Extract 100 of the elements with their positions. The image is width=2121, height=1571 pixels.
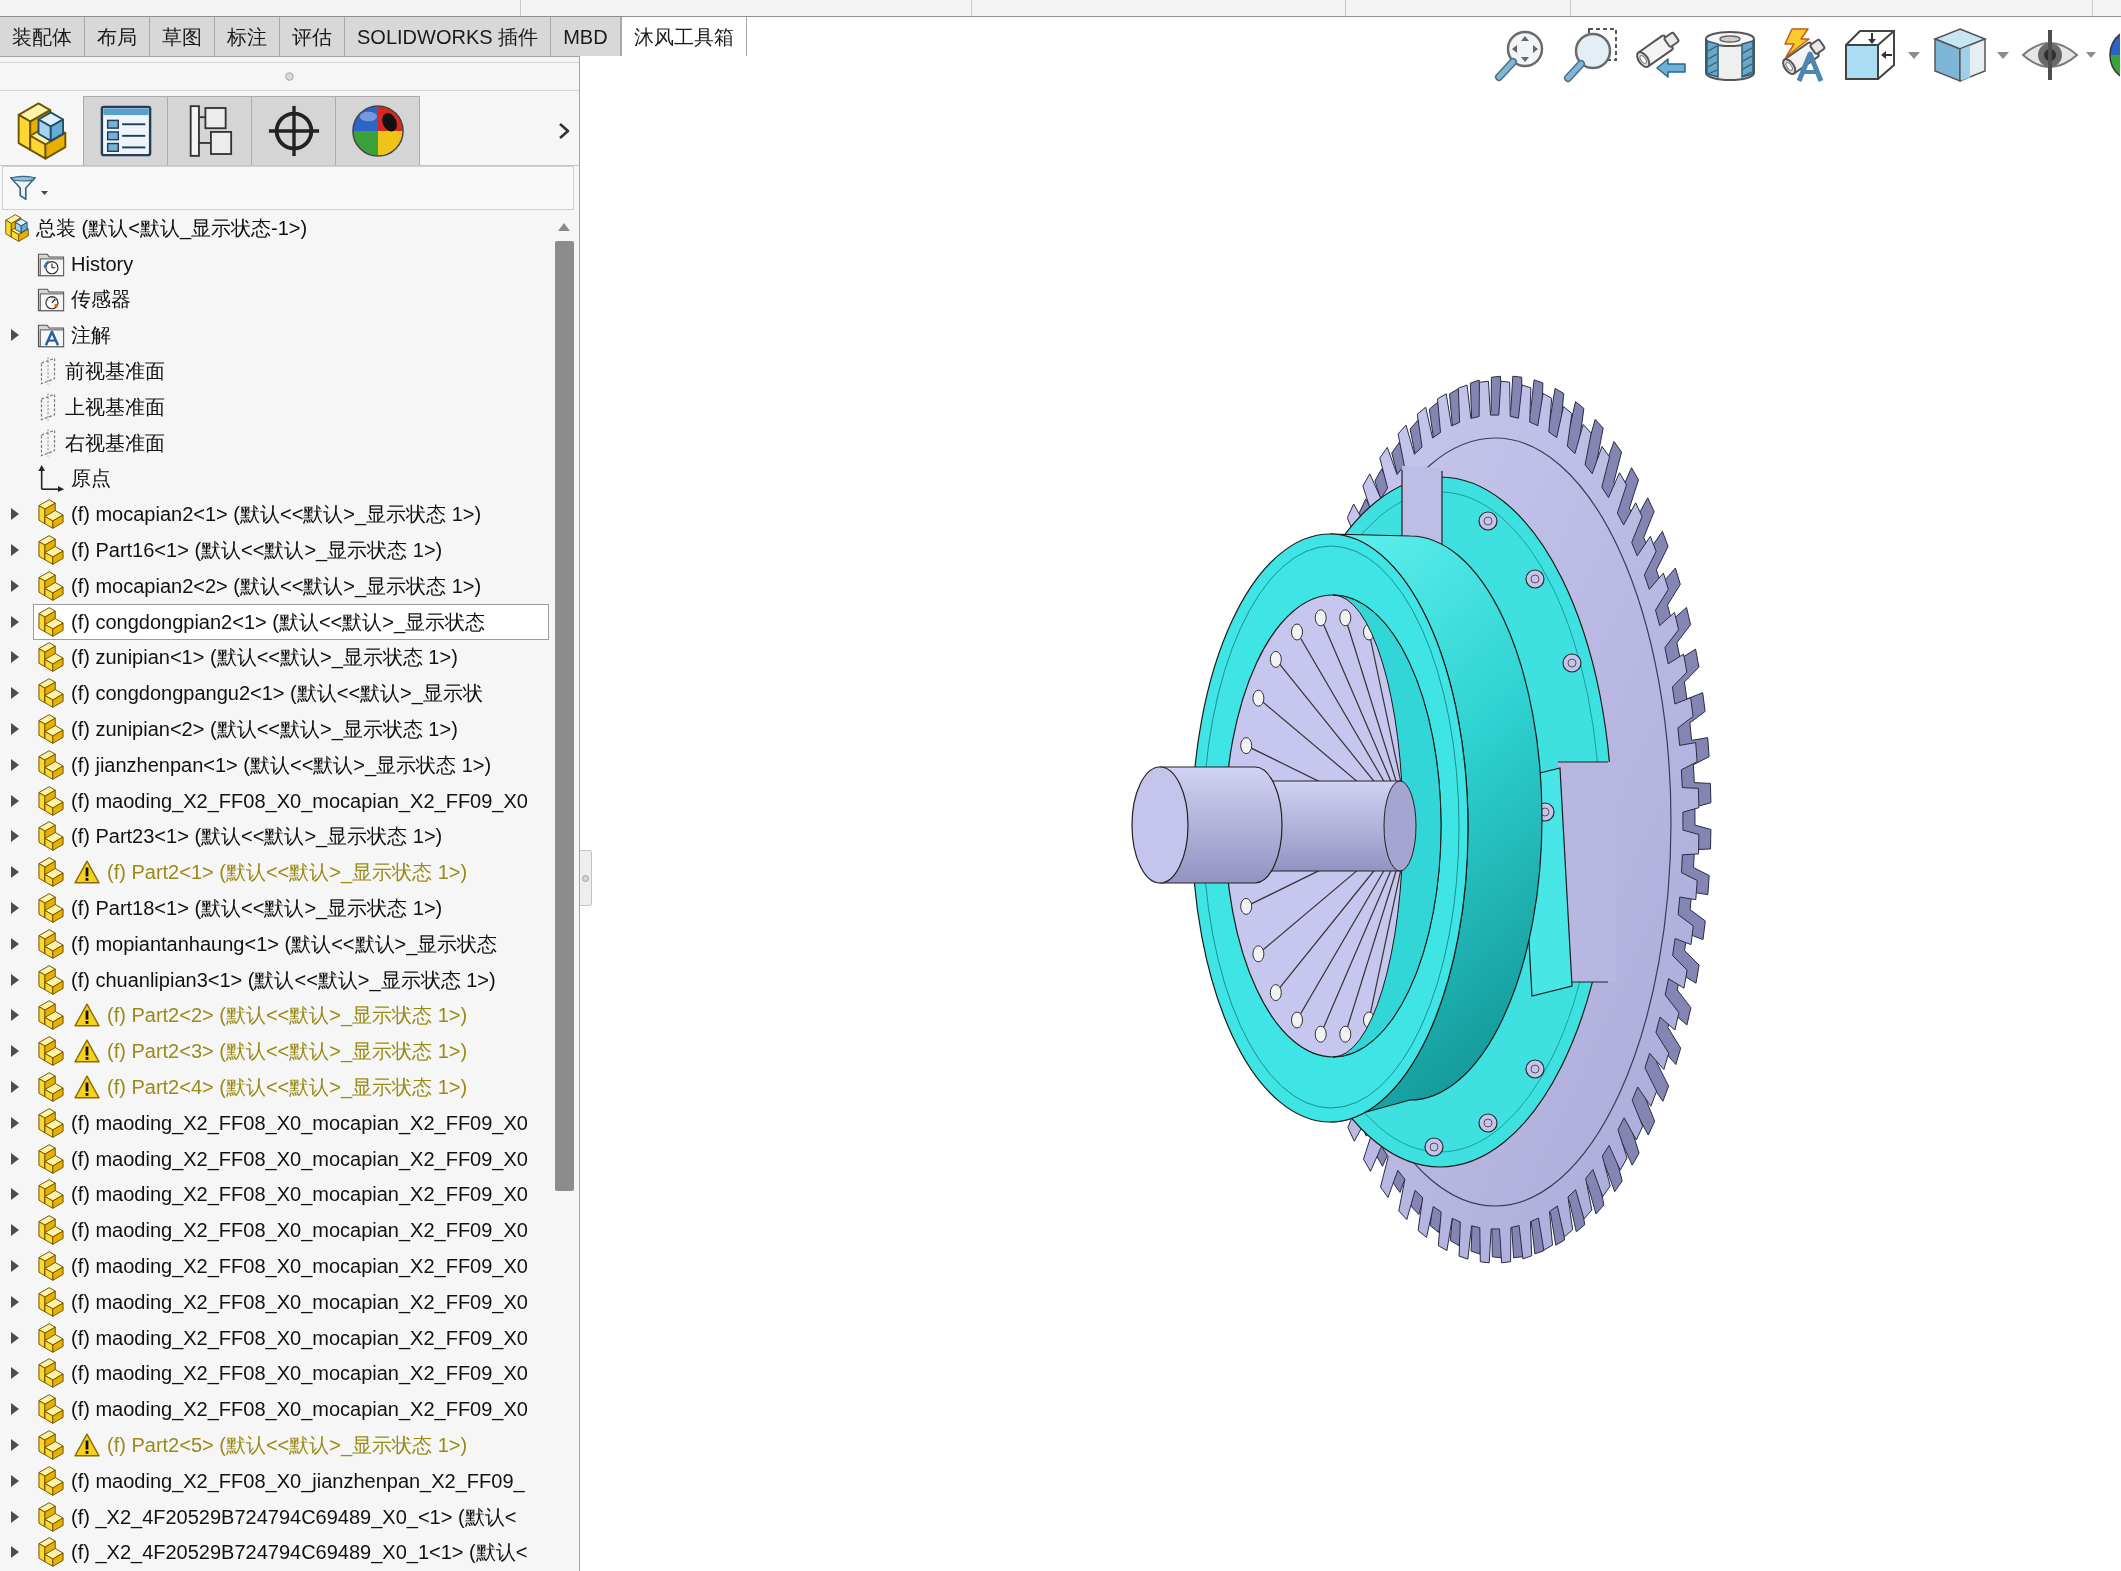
caret-right-icon[interactable]	[11, 544, 19, 557]
panel-tab[interactable]	[336, 96, 420, 165]
caret-right-icon[interactable]	[11, 1224, 19, 1237]
caret-right-icon[interactable]	[11, 830, 19, 843]
tree-item[interactable]: (f) maoding_X2_FF08_X0_mocapian_X2_FF09_X0	[33, 1104, 549, 1141]
caret-right-icon[interactable]	[11, 866, 19, 879]
caret-right-icon[interactable]	[11, 1295, 19, 1308]
caret-right-icon[interactable]	[11, 1510, 19, 1523]
tree-item[interactable]: 传感器	[33, 281, 549, 318]
caret-right-icon[interactable]	[11, 1188, 19, 1201]
stepped-block-icon	[37, 642, 65, 673]
tree-item[interactable]: (f) Part18<1> (默认<<默认>_显示状态 1>)	[33, 890, 549, 926]
eye-icon[interactable]	[2021, 27, 2079, 83]
caret-right-icon[interactable]	[11, 973, 19, 986]
tree-item[interactable]: (f) maoding_X2_FF08_X0_mocapian_X2_FF09_X0	[33, 1355, 549, 1392]
caret-right-icon[interactable]	[11, 1009, 19, 1022]
tree-item[interactable]: (f) _X2_4F20529B724794C69489_X0_1<1> (默认<	[33, 1534, 549, 1571]
color-sphere-icon[interactable]	[2109, 33, 2120, 77]
caret-right-icon[interactable]	[11, 615, 19, 628]
tree-item[interactable]: (f) maoding_X2_FF08_X0_mocapian_X2_FF09_X0	[33, 782, 549, 819]
tree-item[interactable]: (f) mocapian2<1> (默认<<默认>_显示状态 1>)	[33, 496, 549, 533]
command-tab[interactable]: 标注	[215, 17, 280, 56]
magnifier-dashed-box-icon[interactable]	[1562, 27, 1618, 83]
caret-right-icon[interactable]	[11, 329, 19, 342]
caret-right-icon[interactable]	[11, 1474, 19, 1487]
tree-item[interactable]: 前视基准面	[33, 353, 549, 389]
shaded-cube-icon[interactable]	[1933, 27, 1987, 83]
tree-item[interactable]: (f) maoding_X2_FF08_X0_mocapian_X2_FF09_X0	[33, 1319, 549, 1356]
tree-item[interactable]: (f) maoding_X2_FF08_X0_mocapian_X2_FF09_X0	[33, 1176, 549, 1213]
tree-item[interactable]: 上视基准面	[33, 389, 549, 425]
tree-item[interactable]: 总装 (默认<默认_显示状态-1>)	[0, 210, 549, 246]
caret-right-icon[interactable]	[11, 508, 19, 521]
stepped-block-icon	[37, 1430, 65, 1460]
tree-item[interactable]: (f) _X2_4F20529B724794C69489_X0_<1> (默认<	[33, 1498, 549, 1535]
caret-right-icon[interactable]	[11, 687, 19, 700]
stepped-block-icon	[37, 749, 65, 780]
caret-right-icon[interactable]	[11, 1081, 19, 1093]
tree-item[interactable]: (f) chuanlipian3<1> (默认<<默认>_显示状态 1>)	[33, 961, 549, 998]
stepped-block-icon	[37, 570, 65, 601]
tree-item[interactable]: (f) jianzhenpan<1> (默认<<默认>_显示状态 1>)	[33, 746, 549, 783]
tree-item[interactable]: History	[33, 245, 549, 282]
cube-arrows-icon[interactable]	[1842, 27, 1898, 83]
tree-item[interactable]: (f) zunipian<1> (默认<<默认>_显示状态 1>)	[33, 639, 549, 676]
tree-item[interactable]: (f) congdongpian2<1> (默认<<默认>_显示状态	[33, 603, 549, 640]
scrollbar-thumb[interactable]	[554, 241, 574, 1191]
caret-right-icon[interactable]	[11, 1331, 19, 1344]
command-tab[interactable]: MBD	[551, 17, 621, 56]
caret-down-icon[interactable]	[41, 191, 48, 195]
panel-tab[interactable]	[252, 96, 336, 165]
stepped-block-icon	[37, 1036, 65, 1067]
tree-item[interactable]: (f) Part23<1> (默认<<默认>_显示状态 1>)	[33, 818, 549, 855]
grip-dot-icon[interactable]	[582, 874, 589, 882]
command-tab[interactable]: 装配体	[0, 17, 85, 56]
caret-right-icon[interactable]	[11, 723, 19, 736]
scroll-up-arrow-icon[interactable]	[558, 223, 570, 231]
tree-item[interactable]: (f) mocapian2<2> (默认<<默认>_显示状态 1>)	[33, 567, 549, 604]
caret-right-icon[interactable]	[11, 1367, 19, 1380]
caret-right-icon[interactable]	[11, 758, 19, 771]
tree-item[interactable]: 原点	[33, 460, 549, 497]
command-tab[interactable]: 布局	[85, 17, 150, 56]
tree-item[interactable]: (f) maoding_X2_FF08_X0_mocapian_X2_FF09_X0	[33, 1391, 549, 1428]
caret-right-icon[interactable]	[11, 1403, 19, 1416]
stepped-block-icon	[37, 714, 65, 745]
command-tab[interactable]: 沐风工具箱	[620, 17, 747, 56]
command-tab[interactable]: 评估	[280, 17, 345, 56]
funnel-icon[interactable]	[9, 174, 37, 202]
tree-item[interactable]: (f) zunipian<2> (默认<<默认>_显示状态 1>)	[33, 711, 549, 747]
tree-item[interactable]: (f) Part16<1> (默认<<默认>_显示状态 1>)	[33, 532, 549, 568]
tree-item[interactable]: (f) maoding_X2_FF08_X0_mocapian_X2_FF09_X0	[33, 1212, 549, 1249]
tree-item[interactable]: 注解	[33, 317, 549, 354]
stepped-block-icon	[37, 1251, 65, 1281]
caret-right-icon[interactable]	[11, 1546, 19, 1559]
caret-right-icon[interactable]	[11, 651, 19, 664]
command-tab[interactable]: 草图	[150, 17, 215, 56]
chevron-right-icon[interactable]	[558, 121, 570, 140]
tree-item[interactable]: 右视基准面	[33, 424, 549, 461]
caret-right-icon[interactable]	[11, 1260, 19, 1272]
grip-dot-icon[interactable]	[285, 72, 294, 81]
stepped-block-icon	[37, 821, 65, 852]
panel-splitter-handle[interactable]	[580, 850, 592, 906]
tree-item[interactable]: (f) mopiantanhaung<1> (默认<<默认>_显示状态	[33, 925, 549, 962]
tree-item[interactable]: (f) maoding_X2_FF08_X0_mocapian_X2_FF09_X0	[33, 1283, 549, 1320]
caret-right-icon[interactable]	[11, 794, 19, 807]
caret-right-icon[interactable]	[11, 1439, 19, 1451]
caret-right-icon[interactable]	[11, 1116, 19, 1129]
folder-gauge-icon	[37, 286, 65, 313]
color-sphere-icon	[350, 104, 405, 158]
panel-tab[interactable]	[168, 96, 252, 165]
caret-right-icon[interactable]	[11, 937, 19, 950]
tree-item[interactable]: (f) maoding_X2_FF08_X0_mocapian_X2_FF09_X0	[33, 1140, 549, 1177]
tree-item[interactable]: (f) congdongpangu2<1> (默认<<默认>_显示状	[33, 675, 549, 712]
caret-right-icon[interactable]	[11, 1152, 19, 1165]
filter-field[interactable]	[2, 166, 574, 210]
caret-right-icon[interactable]	[11, 579, 19, 592]
caret-right-icon[interactable]	[11, 1045, 19, 1058]
tree-item[interactable]: (f) maoding_X2_FF08_X0_mocapian_X2_FF09_X0	[33, 1248, 549, 1284]
tree-item[interactable]: (f) maoding_X2_FF08_X0_jianzhenpan_X2_FF09_	[33, 1462, 549, 1499]
command-tab[interactable]: SOLIDWORKS 插件	[345, 17, 552, 56]
panel-tab[interactable]	[84, 96, 168, 165]
caret-right-icon[interactable]	[11, 902, 19, 915]
